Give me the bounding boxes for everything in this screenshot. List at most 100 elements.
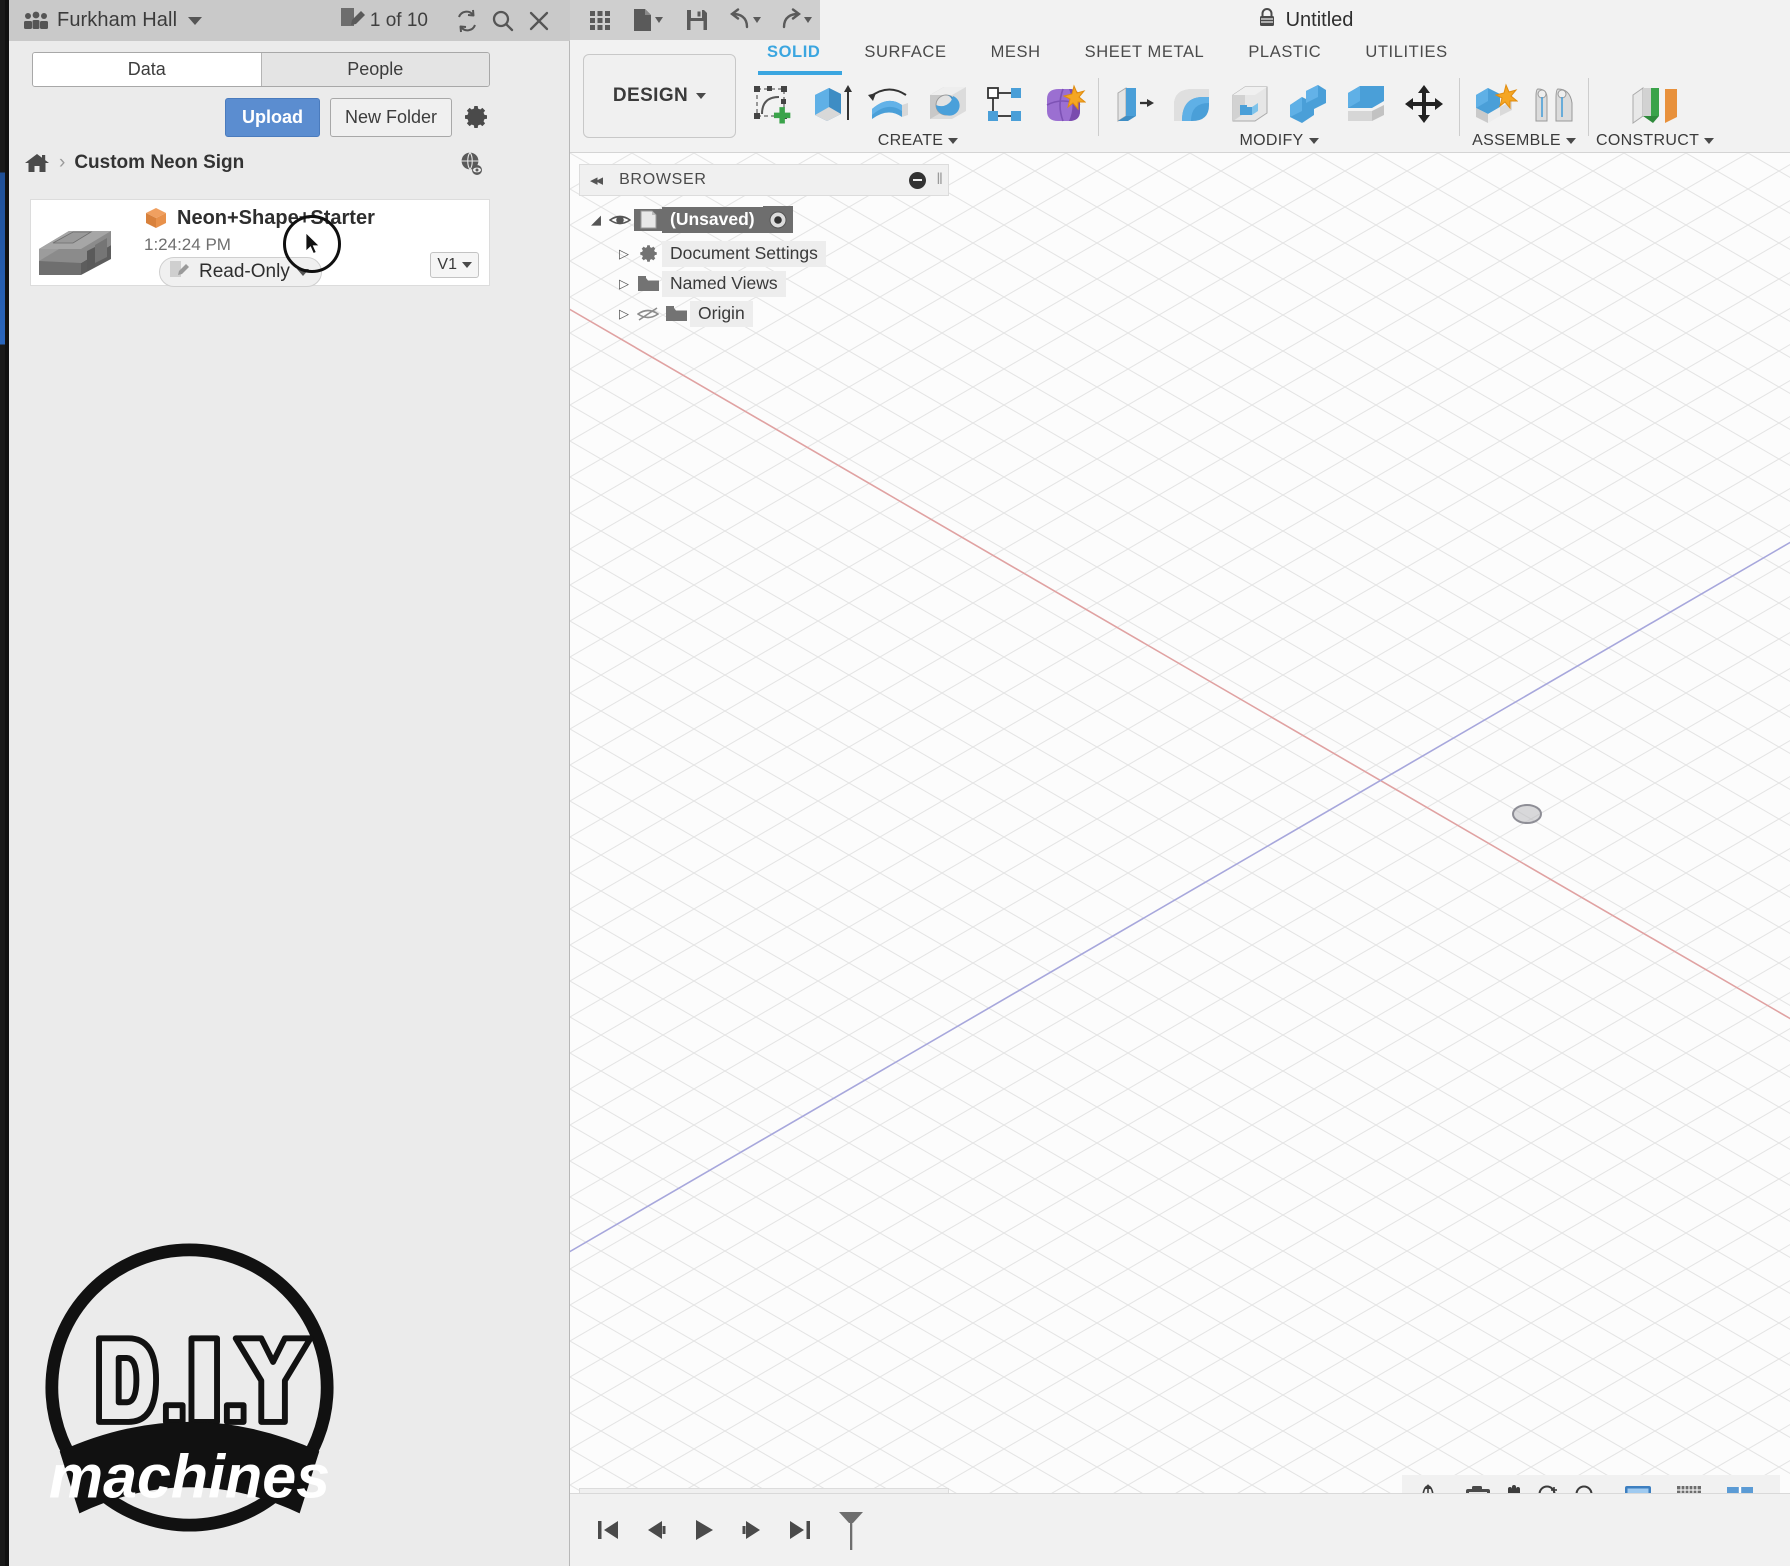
press-pull-icon[interactable] [1106, 79, 1162, 131]
new-component-icon[interactable] [1467, 79, 1523, 131]
modify-group-label[interactable]: MODIFY [1239, 132, 1318, 150]
rib-web-icon[interactable] [977, 79, 1033, 131]
create-group-label[interactable]: CREATE [878, 132, 959, 150]
document-title: Untitled [1286, 9, 1354, 32]
collapsed-triangle-icon[interactable]: ▷ [614, 276, 634, 292]
expanded-triangle-icon[interactable]: ◢ [586, 212, 606, 228]
watermark-text: machines [49, 1443, 330, 1511]
chevron-down-icon [696, 93, 706, 99]
browser-node-unsaved[interactable]: ◢ (Unsaved) [586, 206, 793, 233]
browser-node-named-views[interactable]: ▷ Named Views [614, 270, 786, 297]
file-timestamp: 1:24:24 PM [144, 235, 231, 255]
fusion-window: Untitled DESIGN SOLID SURFACE MESH SHEET… [570, 0, 1790, 1566]
hub-name[interactable]: Furkham Hall [57, 9, 177, 32]
diy-machines-watermark: machines [42, 1240, 337, 1535]
ribbon-groups: CREATE [745, 78, 1714, 153]
go-to-beginning-icon[interactable] [590, 1510, 626, 1550]
look-at-icon[interactable] [1460, 1479, 1496, 1493]
title-right-area: Untitled [820, 0, 1790, 40]
collapsed-triangle-icon[interactable]: ▷ [614, 306, 634, 322]
group-divider [1588, 78, 1589, 136]
collapsed-triangle-icon[interactable]: ▷ [614, 246, 634, 262]
move-copy-icon[interactable] [1396, 79, 1452, 131]
grid-snaps-icon[interactable] [1671, 1479, 1720, 1493]
chevron-down-icon [948, 138, 958, 144]
tab-data[interactable]: Data [33, 53, 261, 86]
viewports-icon[interactable] [1721, 1479, 1772, 1493]
step-forward-icon[interactable] [734, 1510, 770, 1550]
workspace-switcher[interactable]: DESIGN [583, 54, 736, 138]
version-label: V1 [437, 256, 457, 274]
upload-button[interactable]: Upload [225, 98, 320, 137]
globe-view-icon[interactable] [458, 150, 484, 176]
refresh-icon[interactable] [450, 4, 484, 38]
go-to-end-icon[interactable] [782, 1510, 818, 1550]
browser-node-document-settings[interactable]: ▷ Document Settings [614, 240, 826, 267]
folder-icon [662, 303, 690, 325]
gear-icon[interactable] [462, 103, 490, 131]
offset-plane-icon[interactable] [1620, 79, 1690, 131]
double-chevron-left-icon[interactable]: ◂◂ [590, 171, 601, 189]
app-grid-icon[interactable] [580, 3, 620, 37]
new-folder-button[interactable]: New Folder [330, 98, 452, 137]
redo-icon[interactable] [772, 3, 820, 37]
zoom-window-icon[interactable] [1569, 1479, 1618, 1493]
tab-people[interactable]: People [261, 53, 490, 86]
new-file-icon[interactable] [624, 3, 674, 37]
revolve-icon[interactable] [861, 79, 917, 131]
viewport-canvas[interactable]: ◂◂ BROWSER ‖ ◢ (Unsaved) [570, 153, 1790, 1493]
search-icon[interactable] [486, 4, 520, 38]
eye-hidden-icon[interactable] [634, 303, 662, 325]
ribbon-group-assemble: ASSEMBLE [1467, 78, 1581, 153]
minus-circle-icon[interactable] [909, 172, 926, 189]
zoom-icon[interactable] [1532, 1479, 1568, 1493]
create-sketch-icon[interactable] [745, 79, 801, 131]
count-text: 1 of 10 [370, 10, 428, 32]
shell-icon[interactable] [1222, 79, 1278, 131]
tab-solid[interactable]: SOLID [745, 43, 842, 71]
file-name[interactable]: Neon+Shape+Starter [177, 207, 375, 230]
breadcrumb-current[interactable]: Custom Neon Sign [74, 152, 244, 174]
step-back-icon[interactable] [638, 1510, 674, 1550]
ribbon-group-construct: CONSTRUCT [1596, 78, 1714, 153]
active-tab-underline [758, 71, 842, 75]
mouse-pointer-icon [306, 233, 322, 255]
save-icon[interactable] [677, 3, 717, 37]
radio-active-icon[interactable] [763, 206, 793, 233]
orbit-icon[interactable] [1410, 1479, 1459, 1493]
play-icon[interactable] [686, 1510, 722, 1550]
browser-node-label: Named Views [662, 271, 786, 297]
eye-icon[interactable] [606, 209, 634, 231]
joint-icon[interactable] [1525, 79, 1581, 131]
timeline-marker-icon[interactable] [830, 1510, 872, 1550]
file-card[interactable]: Neon+Shape+Starter 1:24:24 PM Read-Only … [30, 199, 490, 286]
lock-icon [1257, 7, 1277, 34]
resize-grip-icon[interactable]: ‖ [936, 171, 943, 189]
version-selector[interactable]: V1 [430, 252, 479, 278]
construct-group-label[interactable]: CONSTRUCT [1596, 132, 1714, 150]
pan-icon[interactable] [1497, 1479, 1531, 1493]
ribbon: DESIGN SOLID SURFACE MESH SHEET METAL PL… [570, 40, 1790, 153]
chevron-down-icon[interactable] [188, 17, 202, 25]
assemble-group-label[interactable]: ASSEMBLE [1472, 132, 1576, 150]
close-icon[interactable] [522, 4, 556, 38]
create-form-icon[interactable] [1035, 79, 1091, 131]
data-panel-actions: Upload New Folder [32, 99, 490, 135]
fillet-icon[interactable] [1164, 79, 1220, 131]
timeline-bar [570, 1493, 1790, 1566]
home-icon[interactable] [24, 152, 50, 174]
draft-icon[interactable] [1280, 79, 1336, 131]
tab-utilities[interactable]: UTILITIES [1343, 43, 1469, 71]
scale-icon[interactable] [1338, 79, 1394, 131]
display-settings-icon[interactable] [1619, 1479, 1670, 1493]
extrude-icon[interactable] [803, 79, 859, 131]
hole-icon[interactable] [919, 79, 975, 131]
undo-icon[interactable] [721, 3, 769, 37]
browser-node-origin[interactable]: ▷ Origin [614, 300, 753, 327]
tab-plastic[interactable]: PLASTIC [1226, 43, 1343, 71]
chevron-down-icon [1566, 138, 1576, 144]
tab-sheet-metal[interactable]: SHEET METAL [1063, 43, 1227, 71]
tab-surface[interactable]: SURFACE [842, 43, 968, 71]
data-panel-tabs: Data People [32, 52, 490, 87]
tab-mesh[interactable]: MESH [969, 43, 1063, 71]
